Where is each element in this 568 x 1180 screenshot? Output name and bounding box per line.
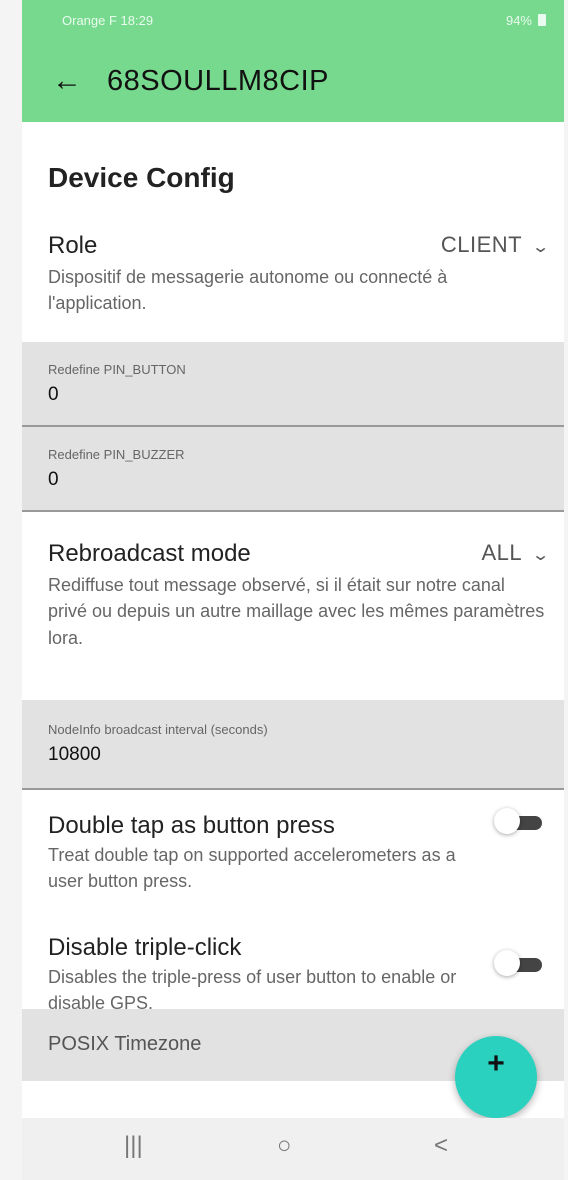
pin-buzzer-field[interactable]: Redefine PIN_BUZZER 0 [22, 427, 564, 512]
role-value: CLIENT [440, 232, 523, 257]
nodeinfo-interval-field[interactable]: NodeInfo broadcast interval (seconds) 10… [22, 700, 564, 790]
role-dropdown[interactable]: CLIENT ⌄ [440, 232, 551, 258]
nodeinfo-interval-value[interactable]: 10800 [48, 744, 564, 766]
nodeinfo-interval-label: NodeInfo broadcast interval (seconds) [48, 722, 268, 737]
double-tap-toggle[interactable] [494, 808, 542, 836]
pin-buzzer-value[interactable]: 0 [48, 469, 564, 491]
triple-click-toggle[interactable] [494, 950, 542, 978]
rebroadcast-setting[interactable]: Rebroadcast mode ALL ⌄ Rediffuse tout mes… [48, 540, 551, 651]
rebroadcast-description: Rediffuse tout message observé, si il ét… [48, 575, 545, 648]
status-bar: Orange F 18:29 94% [22, 0, 564, 40]
system-nav-bar: ||| ○ < [22, 1118, 564, 1180]
triple-click-row: Disable triple-click Disables the triple… [22, 922, 564, 1013]
pin-button-field[interactable]: Redefine PIN_BUTTON 0 [22, 342, 564, 427]
back-icon[interactable]: < [434, 1132, 448, 1160]
toggle-thumb [494, 950, 520, 976]
page-title: 68SOULLM8CIP [107, 64, 329, 97]
rebroadcast-value: ALL [481, 540, 523, 565]
status-bar-right: 94% [506, 13, 546, 28]
toggle-thumb [494, 808, 520, 834]
chevron-down-icon: ⌄ [531, 239, 551, 256]
add-button[interactable]: + [455, 1036, 537, 1118]
role-description: Dispositif de messagerie autonome ou con… [48, 267, 448, 314]
double-tap-description: Treat double tap on supported accelerome… [48, 845, 456, 892]
pin-buzzer-label: Redefine PIN_BUZZER [48, 447, 185, 462]
battery-icon [538, 14, 546, 26]
role-setting[interactable]: Role CLIENT ⌄ Dispositif de messagerie au… [48, 232, 551, 317]
rebroadcast-label: Rebroadcast mode [48, 540, 251, 567]
double-tap-label: Double tap as button press [48, 812, 335, 839]
home-icon[interactable]: ○ [277, 1132, 292, 1160]
recent-apps-icon[interactable]: ||| [124, 1132, 143, 1160]
section-title: Device Config [48, 162, 235, 193]
triple-click-setting: Disable triple-click Disables the triple… [48, 934, 468, 1017]
pin-button-label: Redefine PIN_BUTTON [48, 362, 186, 377]
rebroadcast-dropdown[interactable]: ALL ⌄ [481, 540, 551, 566]
settings-list: Device Config Role CLIENT ⌄ Dispositif de… [22, 122, 564, 1048]
triple-click-label: Disable triple-click [48, 934, 242, 961]
plus-icon: + [487, 1047, 505, 1080]
chevron-down-icon: ⌄ [531, 547, 551, 564]
status-bar-left: Orange F 18:29 [62, 12, 154, 28]
back-arrow-icon[interactable]: ← [52, 64, 107, 98]
battery-percent: 94% [505, 12, 532, 28]
app-bar: ← 68SOULLM8CIP [22, 40, 564, 122]
double-tap-setting: Double tap as button press Treat double … [48, 812, 468, 895]
pin-button-value[interactable]: 0 [48, 384, 564, 406]
